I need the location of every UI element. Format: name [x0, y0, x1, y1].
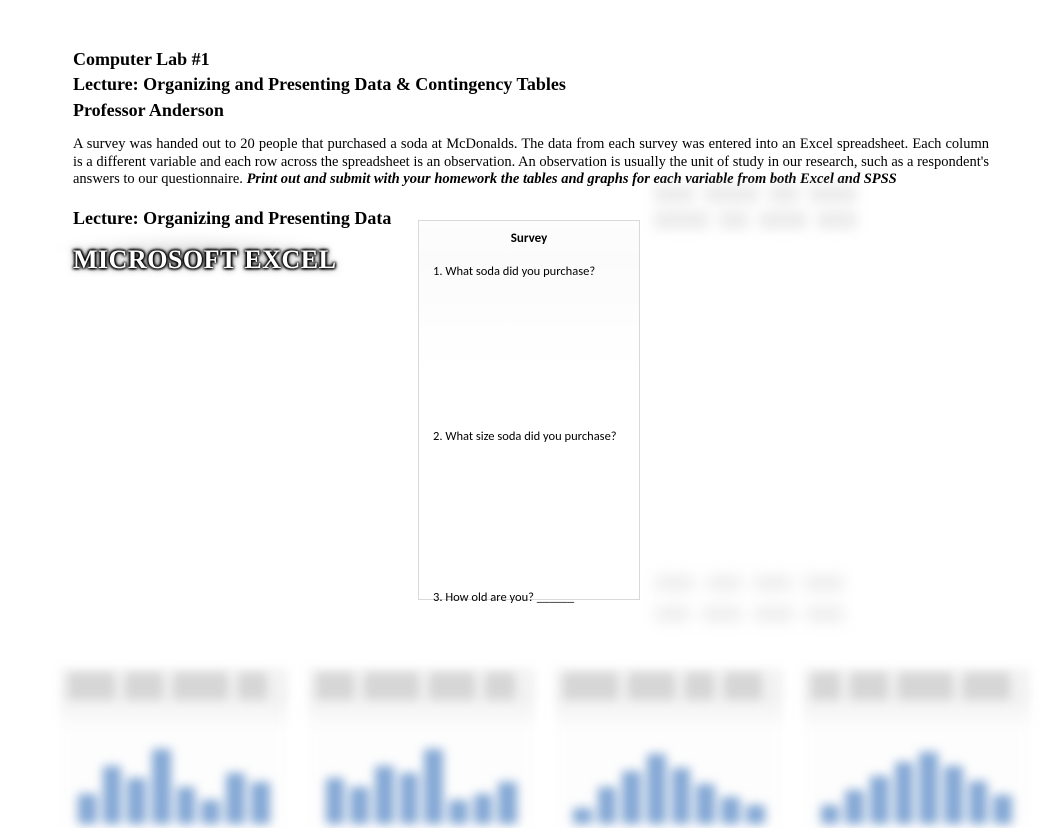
survey-question-3: 3. How old are you? ______ — [433, 590, 625, 605]
heading-line-3: Professor Anderson — [73, 99, 989, 122]
heading-line-2: Lecture: Organizing and Presenting Data … — [73, 73, 989, 96]
survey-box: Survey 1. What soda did you purchase? 2.… — [418, 220, 640, 600]
heading-line-1: Computer Lab #1 — [73, 48, 989, 71]
blurred-chart-4 — [803, 668, 1031, 828]
excel-label: MICROSOFT EXCEL — [73, 245, 989, 275]
intro-paragraph: A survey was handed out to 20 people tha… — [73, 136, 989, 188]
blurred-chart-1 — [60, 668, 288, 828]
blurred-panel-right-mid — [655, 575, 905, 625]
survey-question-2: 2. What size soda did you purchase? — [433, 429, 625, 444]
blurred-chart-3 — [555, 668, 783, 828]
survey-title: Survey — [433, 231, 625, 246]
blurred-chart-2 — [308, 668, 536, 828]
blurred-charts-strip — [60, 668, 1030, 828]
